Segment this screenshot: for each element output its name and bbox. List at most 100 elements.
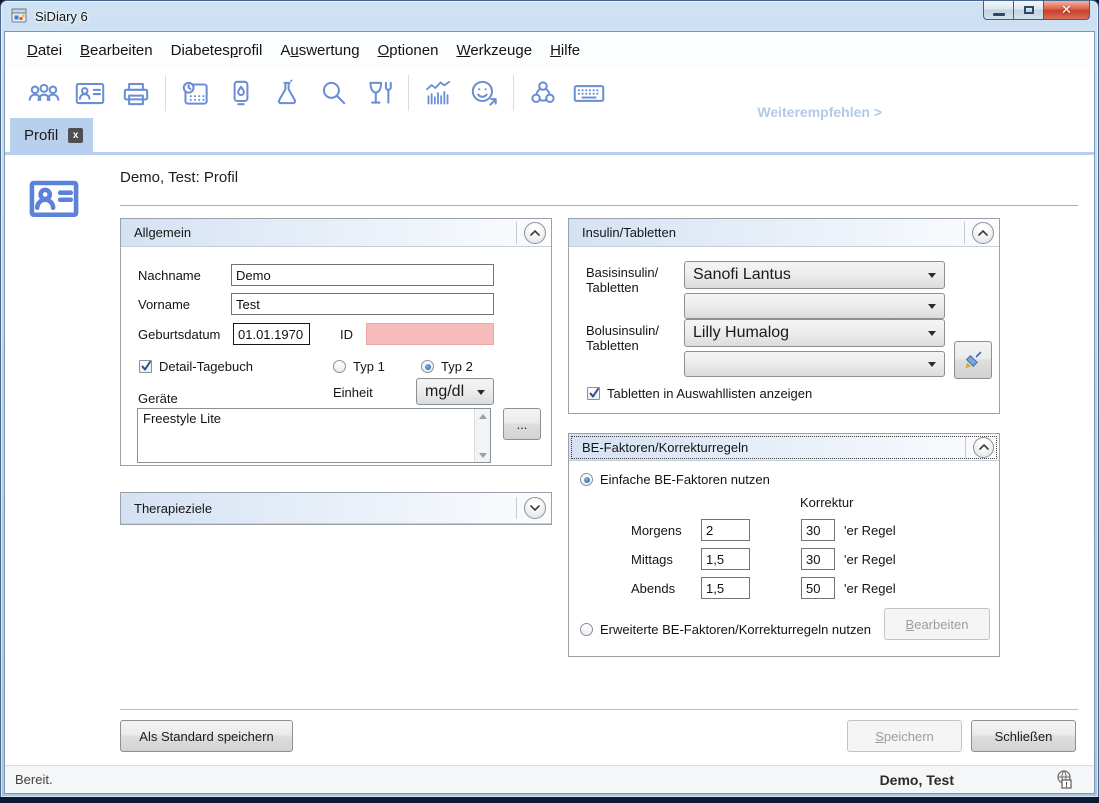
lab-flask-icon[interactable]: [264, 72, 310, 114]
allgemein-header: Allgemein: [121, 219, 551, 247]
page-title: Demo, Test: Profil: [120, 169, 238, 186]
menu-datei[interactable]: Datei: [18, 36, 71, 65]
header-divider: [964, 222, 965, 244]
geraete-scrollbar[interactable]: [474, 409, 490, 462]
printer-icon[interactable]: [113, 72, 159, 114]
geraete-more-button[interactable]: ...: [503, 408, 541, 440]
typ2-label: Typ 2: [441, 359, 473, 374]
einheit-value: mg/dl: [425, 383, 464, 401]
geraete-list-item[interactable]: Freestyle Lite: [138, 409, 490, 428]
minimize-icon: [993, 13, 1005, 16]
screen: SiDiary 6 ✕ Datei Bearbeiten Diabetespro…: [0, 0, 1099, 803]
schliessen-button[interactable]: Schließen: [971, 720, 1076, 752]
erweiterte-be-radio[interactable]: Erweiterte BE-Faktoren/Korrekturregeln n…: [580, 622, 871, 637]
einfache-be-label: Einfache BE-Faktoren nutzen: [600, 472, 770, 487]
typ1-label: Typ 1: [353, 359, 385, 374]
therapieziele-header: Therapieziele: [121, 493, 551, 524]
close-button[interactable]: ✕: [1043, 1, 1090, 20]
status-text: Bereit.: [15, 772, 53, 787]
bearbeiten-button[interactable]: Bearbeiten: [884, 608, 990, 640]
keyboard-icon[interactable]: [566, 72, 612, 114]
search-icon[interactable]: [310, 72, 356, 114]
abends-regel-label: 'er Regel: [844, 581, 896, 596]
chevron-down-icon: [530, 505, 540, 511]
chevron-up-icon: [530, 230, 540, 236]
allgemein-title: Allgemein: [134, 225, 191, 240]
geraete-listbox[interactable]: Freestyle Lite: [137, 408, 491, 463]
id-input[interactable]: [366, 323, 494, 345]
app-window: SiDiary 6 ✕ Datei Bearbeiten Diabetespro…: [0, 0, 1099, 797]
menu-bearbeiten[interactable]: Bearbeiten: [71, 36, 162, 65]
maximize-button[interactable]: [1014, 1, 1043, 20]
mittags-korrektur-input[interactable]: [801, 548, 835, 570]
menu-auswertung[interactable]: Auswertung: [271, 36, 368, 65]
geraete-label: Geräte: [138, 391, 178, 406]
toolbar: Weiterempfehlen >: [5, 68, 1094, 118]
bolusinsulin-dropdown-1[interactable]: Lilly Humalog: [684, 319, 945, 347]
bolusinsulin-dropdown-2[interactable]: [684, 351, 945, 377]
be-faktoren-collapse-button[interactable]: [973, 437, 994, 458]
radio-selected-icon: [580, 473, 593, 486]
detail-tagebuch-label: Detail-Tagebuch: [159, 359, 253, 374]
scroll-up-icon[interactable]: [475, 409, 490, 423]
profile-page-icon: [24, 171, 84, 225]
meter-device-icon[interactable]: [218, 72, 264, 114]
abends-label: Abends: [631, 581, 675, 596]
syringe-pen-icon: [962, 349, 984, 371]
morgens-korrektur-input[interactable]: [801, 519, 835, 541]
menu-optionen[interactable]: Optionen: [369, 36, 448, 65]
toolbar-separator: [165, 75, 166, 111]
einfache-be-radio[interactable]: Einfache BE-Faktoren nutzen: [580, 472, 770, 487]
geburtsdatum-input[interactable]: [233, 323, 310, 345]
toolbar-separator: [513, 75, 514, 111]
weiterempfehlen-link[interactable]: Weiterempfehlen >: [757, 104, 882, 120]
insulin-pen-button[interactable]: [954, 341, 992, 379]
detail-tagebuch-checkbox[interactable]: Detail-Tagebuch: [139, 359, 253, 374]
mittags-label: Mittags: [631, 552, 673, 567]
insulin-collapse-button[interactable]: [972, 222, 994, 244]
vorname-input[interactable]: [231, 293, 494, 315]
menu-werkzeuge[interactable]: Werkzeuge: [447, 36, 541, 65]
profile-card-icon[interactable]: [67, 72, 113, 114]
statistics-icon[interactable]: [415, 72, 461, 114]
header-divider: [516, 222, 517, 244]
tab-profil[interactable]: Profil x: [10, 118, 93, 152]
radio-selected-icon: [421, 360, 434, 373]
connection-status-icon[interactable]: !: [1054, 769, 1076, 791]
typ1-radio[interactable]: Typ 1: [333, 359, 385, 374]
basisinsulin-dropdown-1[interactable]: Sanofi Lantus: [684, 261, 945, 289]
patients-icon[interactable]: [21, 72, 67, 114]
menu-diabetesprofil[interactable]: Diabetesprofil: [162, 36, 272, 65]
share-icon[interactable]: [520, 72, 566, 114]
menu-hilfe[interactable]: Hilfe: [541, 36, 589, 65]
header-divider: [965, 436, 966, 458]
einheit-dropdown[interactable]: mg/dl: [416, 378, 494, 405]
allgemein-collapse-button[interactable]: [524, 222, 546, 244]
bolusinsulin-value: Lilly Humalog: [693, 324, 789, 342]
als-standard-speichern-button[interactable]: Als Standard speichern: [120, 720, 293, 752]
minimize-button[interactable]: [983, 1, 1014, 20]
mittags-be-input[interactable]: [701, 548, 750, 570]
nachname-input[interactable]: [231, 264, 494, 286]
wellbeing-icon[interactable]: [461, 72, 507, 114]
status-user: Demo, Test: [880, 772, 954, 788]
insulin-header: Insulin/Tabletten: [569, 219, 999, 247]
therapieziele-expand-button[interactable]: [524, 497, 546, 519]
speichern-button[interactable]: Speichern: [847, 720, 962, 752]
geburtsdatum-label: Geburtsdatum: [138, 327, 220, 342]
diary-calendar-icon[interactable]: [172, 72, 218, 114]
nutrition-icon[interactable]: [356, 72, 402, 114]
basisinsulin-dropdown-2[interactable]: [684, 293, 945, 319]
tabletten-anzeigen-checkbox[interactable]: Tabletten in Auswahllisten anzeigen: [587, 386, 812, 401]
scroll-down-icon[interactable]: [475, 448, 490, 462]
tab-label: Profil: [24, 127, 58, 144]
app-icon: [11, 8, 29, 24]
abends-korrektur-input[interactable]: [801, 577, 835, 599]
tabletten-anzeigen-label: Tabletten in Auswahllisten anzeigen: [607, 386, 812, 401]
korrektur-header: Korrektur: [800, 495, 853, 510]
typ2-radio[interactable]: Typ 2: [421, 359, 473, 374]
tab-close-icon[interactable]: x: [68, 128, 83, 143]
abends-be-input[interactable]: [701, 577, 750, 599]
morgens-be-input[interactable]: [701, 519, 750, 541]
nachname-label: Nachname: [138, 268, 201, 283]
